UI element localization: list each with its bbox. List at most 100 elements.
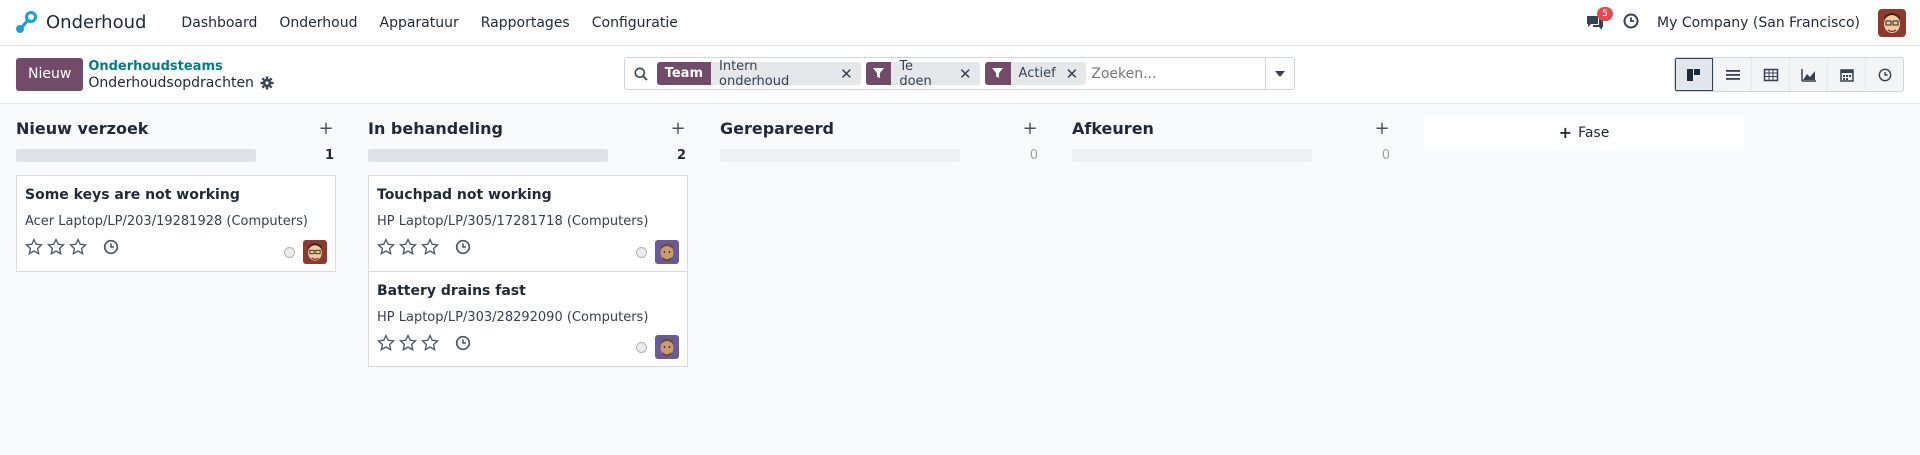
activity-view-button[interactable] [1865, 58, 1903, 91]
priority-star-icon[interactable] [421, 333, 439, 352]
column-quick-create-icon[interactable]: + [1020, 118, 1040, 139]
column-progress-bar[interactable] [1072, 148, 1312, 162]
app-logo-icon[interactable] [14, 10, 38, 35]
search-facet-actief: Actief ✕ [984, 62, 1087, 85]
company-switcher[interactable]: My Company (San Francisco) [1657, 15, 1860, 31]
menu-onderhoud[interactable]: Onderhoud [268, 15, 368, 31]
priority-star-icon[interactable] [421, 237, 439, 256]
plus-icon: + [1558, 123, 1573, 142]
calendar-view-button[interactable] [1827, 58, 1865, 91]
search-input[interactable] [1091, 65, 1266, 82]
kanban-state-icon[interactable] [284, 246, 295, 258]
priority-star-icon[interactable] [47, 237, 65, 256]
menu-dashboard[interactable]: Dashboard [170, 15, 268, 31]
kanban-view-button[interactable] [1675, 58, 1713, 91]
column-progress-bar[interactable] [368, 148, 608, 162]
search-options-toggle[interactable] [1265, 58, 1294, 89]
list-view-button[interactable] [1713, 58, 1751, 91]
search-facet-team: Team Intern onderhoud ✕ [656, 59, 861, 89]
new-button[interactable]: Nieuw [16, 58, 84, 91]
column-quick-create-icon[interactable]: + [316, 118, 336, 139]
activity-clock-icon[interactable] [455, 239, 471, 255]
column-quick-create-icon[interactable]: + [1372, 118, 1392, 139]
search-icon[interactable] [625, 58, 657, 89]
priority-star-icon[interactable] [25, 237, 43, 256]
breadcrumb: Onderhoudsteams Onderhoudsopdrachten [88, 58, 274, 92]
column-quick-create-icon[interactable]: + [668, 118, 688, 139]
user-avatar[interactable] [1878, 8, 1906, 37]
activity-clock-icon[interactable] [455, 335, 471, 351]
priority-star-icon[interactable] [399, 237, 417, 256]
priority-star-icon[interactable] [377, 237, 395, 256]
pivot-view-button[interactable] [1751, 58, 1789, 91]
chat-badge: 5 [1597, 6, 1614, 21]
column-count: 1 [324, 147, 334, 163]
card-list: Touchpad not working HP Laptop/LP/305/17… [368, 175, 688, 367]
page-title: Onderhoudsopdrachten [88, 74, 254, 91]
kanban-column: Afkeuren + 0 [1072, 116, 1392, 367]
facet-value: Actief [1018, 66, 1056, 81]
card-equipment: HP Laptop/LP/305/17281718 (Computers) [377, 214, 649, 229]
activity-clock-icon[interactable] [103, 239, 119, 255]
card-title: Battery drains fast [377, 283, 526, 299]
column-title[interactable]: In behandeling [368, 119, 503, 138]
kanban-card[interactable]: Battery drains fast HP Laptop/LP/303/282… [369, 271, 687, 366]
filter-icon [865, 62, 892, 85]
app-name[interactable]: Onderhoud [46, 12, 146, 33]
avatar[interactable] [655, 240, 679, 264]
card-title: Touchpad not working [377, 187, 552, 203]
add-stage-button[interactable]: + Fase [1424, 116, 1744, 149]
kanban-column: Gerepareerd + 0 [720, 116, 1040, 367]
card-list: Some keys are not working Acer Laptop/LP… [16, 175, 336, 272]
column-header: Nieuw verzoek + [16, 116, 336, 140]
card-right [284, 240, 327, 264]
priority-star-icon[interactable] [69, 237, 87, 256]
column-title[interactable]: Nieuw verzoek [16, 119, 148, 138]
priority-star-icon[interactable] [377, 333, 395, 352]
facet-value: Intern onderhoud [719, 58, 790, 89]
facet-value: Te doen [899, 58, 932, 89]
column-progress-bar[interactable] [16, 148, 256, 162]
view-switcher [1674, 57, 1904, 92]
breadcrumb-parent-link[interactable]: Onderhoudsteams [88, 58, 274, 75]
column-header: In behandeling + [368, 116, 688, 140]
card-footer [377, 333, 679, 352]
menu-rapportages[interactable]: Rapportages [470, 15, 581, 31]
column-title[interactable]: Gerepareerd [720, 119, 834, 138]
column-count: 0 [1029, 147, 1038, 163]
menu-configuratie[interactable]: Configuratie [581, 15, 689, 31]
avatar[interactable] [655, 335, 679, 359]
column-header: Gerepareerd + [720, 116, 1040, 140]
kanban-card[interactable]: Touchpad not working HP Laptop/LP/305/17… [369, 176, 687, 271]
avatar[interactable] [303, 240, 327, 264]
column-progress-bar[interactable] [720, 148, 960, 162]
gear-icon[interactable] [260, 76, 274, 90]
facet-remove-icon[interactable]: ✕ [955, 65, 980, 83]
graph-view-button[interactable] [1789, 58, 1827, 91]
card-right [636, 335, 679, 359]
facet-group-label: Team [656, 62, 711, 85]
column-header: Afkeuren + [1072, 116, 1392, 140]
card-equipment: Acer Laptop/LP/203/19281928 (Computers) [25, 214, 308, 229]
top-navbar: Onderhoud Dashboard Onderhoud Apparatuur… [0, 0, 1920, 46]
kanban-state-icon[interactable] [636, 246, 647, 258]
kanban-column: In behandeling + 2 Touchpad not working … [368, 116, 688, 367]
chat-icon[interactable]: 5 [1585, 6, 1614, 32]
activity-clock-icon[interactable] [1623, 13, 1639, 33]
facet-remove-icon[interactable]: ✕ [836, 65, 861, 83]
menu-apparatuur[interactable]: Apparatuur [369, 15, 470, 31]
column-count: 0 [1381, 147, 1390, 163]
facet-remove-icon[interactable]: ✕ [1062, 65, 1087, 83]
priority-star-icon[interactable] [399, 333, 417, 352]
column-title[interactable]: Afkeuren [1072, 119, 1154, 138]
card-title: Some keys are not working [25, 187, 240, 203]
kanban-card[interactable]: Some keys are not working Acer Laptop/LP… [17, 176, 335, 271]
card-equipment: HP Laptop/LP/303/28292090 (Computers) [377, 310, 649, 325]
navbar-systray: 5 My Company (San Francisco) [1585, 6, 1906, 37]
kanban-state-icon[interactable] [636, 341, 647, 353]
kanban-column: Nieuw verzoek + 1 Some keys are not work… [16, 116, 336, 367]
search-bar: Team Intern onderhoud ✕ Te doen ✕ Actief… [624, 57, 1295, 90]
card-footer [25, 237, 327, 256]
main-menu: Dashboard Onderhoud Apparatuur Rapportag… [170, 15, 688, 31]
column-progress: 2 [368, 146, 688, 164]
